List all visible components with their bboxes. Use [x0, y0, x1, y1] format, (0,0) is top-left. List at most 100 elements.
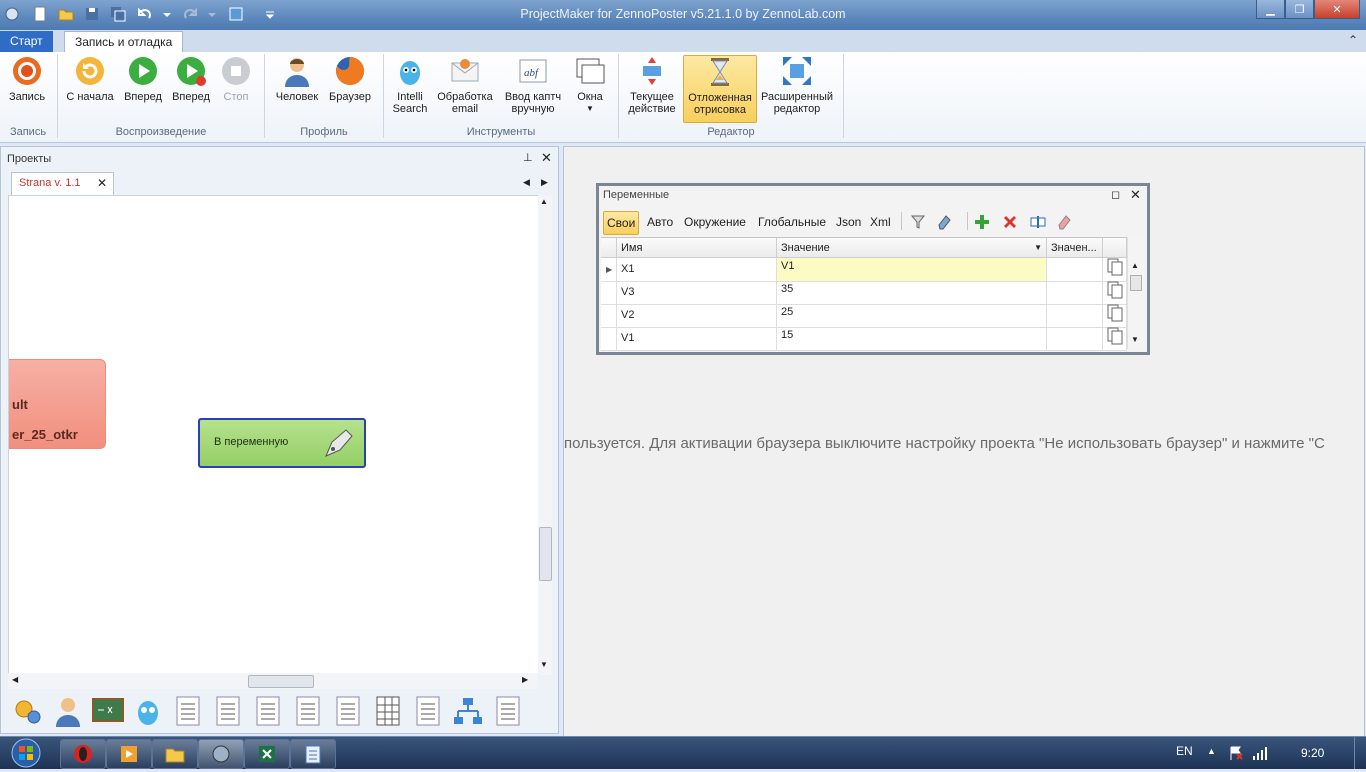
canvas-horizontal-scrollbar[interactable]: ◀ ▶	[8, 673, 538, 689]
person-icon[interactable]	[52, 695, 84, 727]
stop-button[interactable]: Стоп	[216, 55, 256, 103]
manual-captcha-button[interactable]: abf Ввод каптч вручную	[501, 55, 565, 115]
close-button[interactable]: ✕	[1314, 0, 1360, 19]
tab-environment[interactable]: Окружение	[681, 211, 749, 233]
current-action-button[interactable]: Текущее действие	[624, 55, 680, 115]
list-document-icon[interactable]	[212, 695, 244, 727]
minimize-button[interactable]: ▁	[1256, 0, 1285, 19]
variable-value[interactable]: 15	[777, 327, 1047, 350]
list-document-icon[interactable]	[172, 695, 204, 727]
table-document-icon[interactable]	[372, 695, 404, 727]
filter-icon[interactable]	[910, 214, 926, 233]
column-header-value[interactable]: Значение ▼	[777, 238, 1047, 258]
table-row[interactable]: V3 35	[601, 281, 1127, 305]
grid-vertical-scrollbar[interactable]: ▲ ▼	[1127, 237, 1144, 349]
tab-own-variables[interactable]: Свои	[603, 211, 640, 235]
column-header-name[interactable]: Имя	[617, 238, 777, 258]
email-processing-button[interactable]: Обработка email	[434, 55, 496, 115]
forward-button[interactable]: Вперед	[120, 55, 166, 103]
taskbar-excel[interactable]	[244, 739, 290, 769]
chalkboard-icon[interactable]	[92, 695, 124, 727]
table-row[interactable]: V2 25	[601, 304, 1127, 328]
maximize-button[interactable]: ❐	[1285, 0, 1314, 19]
variable-name[interactable]: V1	[617, 327, 777, 350]
list-document-icon[interactable]	[292, 695, 324, 727]
eraser-icon[interactable]	[936, 214, 952, 233]
record-button[interactable]: Запись	[5, 55, 49, 103]
variable-value[interactable]: V1	[777, 258, 1047, 281]
list-document-icon[interactable]	[252, 695, 284, 727]
close-tab-icon[interactable]: ✕	[97, 176, 107, 190]
tab-auto[interactable]: Авто	[644, 211, 676, 233]
restore-icon[interactable]: ◻	[1111, 188, 1120, 201]
variable-value[interactable]: 35	[777, 281, 1047, 304]
alien-mascot-icon[interactable]	[132, 695, 164, 727]
tab-record-debug[interactable]: Запись и отладка	[64, 31, 184, 53]
variable-value2[interactable]	[1047, 258, 1103, 281]
taskbar-notepad[interactable]	[290, 739, 336, 769]
copy-icon[interactable]	[1103, 281, 1127, 304]
copy-icon[interactable]	[1103, 258, 1127, 281]
tab-scroll-left-icon[interactable]: ◀	[523, 177, 530, 188]
gears-icon[interactable]	[12, 695, 44, 727]
close-panel-icon[interactable]: ✕	[541, 150, 552, 166]
collapse-ribbon-icon[interactable]: ⌃	[1348, 33, 1358, 47]
variable-name[interactable]: V2	[617, 304, 777, 327]
clock[interactable]: 9:20	[1301, 746, 1324, 760]
tab-xml[interactable]: Xml	[867, 211, 894, 233]
tab-project-document[interactable]: Strana v. 1.1 ✕	[11, 172, 114, 195]
show-desktop-button[interactable]	[1354, 737, 1366, 769]
scroll-right-icon[interactable]: ▶	[522, 675, 528, 684]
variable-value2[interactable]	[1047, 281, 1103, 304]
deferred-render-button[interactable]: Отложенная отрисовка	[683, 55, 757, 123]
from-start-button[interactable]: С начала	[64, 55, 116, 103]
hierarchy-icon[interactable]	[452, 695, 484, 727]
tab-scroll-right-icon[interactable]: ▶	[541, 177, 548, 188]
delete-variable-icon[interactable]	[1002, 214, 1018, 233]
advanced-editor-button[interactable]: Расширенный редактор	[759, 55, 835, 115]
taskbar-projectmaker[interactable]	[198, 739, 244, 769]
tab-start[interactable]: Старт	[0, 31, 53, 52]
project-node-partial[interactable]: ult er_25_otkr	[9, 359, 106, 449]
show-hidden-icons-icon[interactable]: ▲	[1207, 746, 1216, 756]
copy-icon[interactable]	[1103, 327, 1127, 350]
scroll-up-icon[interactable]: ▲	[540, 197, 548, 206]
add-variable-icon[interactable]	[974, 214, 990, 233]
taskbar-media-player[interactable]	[106, 739, 152, 769]
table-row[interactable]: ▶ X1 V1	[601, 258, 1127, 282]
scroll-down-icon[interactable]: ▼	[1131, 335, 1139, 344]
variable-name[interactable]: V3	[617, 281, 777, 304]
table-row[interactable]: V1 15	[601, 327, 1127, 351]
rename-variable-icon[interactable]	[1030, 214, 1046, 233]
grid-scroll-thumb[interactable]	[1130, 275, 1142, 291]
taskbar-explorer[interactable]	[152, 739, 198, 769]
variable-value2[interactable]	[1047, 304, 1103, 327]
scroll-up-icon[interactable]: ▲	[1131, 261, 1139, 270]
copy-icon[interactable]	[1103, 304, 1127, 327]
close-icon[interactable]: ✕	[1130, 187, 1141, 203]
vertical-scroll-thumb[interactable]	[539, 527, 552, 581]
pin-icon[interactable]: ⊥	[523, 151, 533, 164]
windows-button[interactable]: Окна ▼	[569, 55, 611, 115]
scroll-left-icon[interactable]: ◀	[12, 675, 18, 684]
column-header-value2[interactable]: Значен...	[1047, 238, 1103, 258]
list-document-icon[interactable]	[332, 695, 364, 727]
start-orb-icon[interactable]	[6, 737, 46, 769]
scroll-down-icon[interactable]: ▼	[540, 660, 548, 669]
variable-value2[interactable]	[1047, 327, 1103, 350]
project-canvas[interactable]: ult er_25_otkr В переменную	[8, 195, 540, 675]
tab-json[interactable]: Json	[833, 211, 864, 233]
horizontal-scroll-thumb[interactable]	[248, 675, 314, 688]
list-document-icon[interactable]	[412, 695, 444, 727]
human-button[interactable]: Человек	[272, 55, 322, 103]
language-indicator[interactable]: EN	[1176, 744, 1193, 758]
forward-step-button[interactable]: Вперед	[168, 55, 214, 103]
browser-button[interactable]: Браузер	[326, 55, 374, 103]
tab-global[interactable]: Глобальные	[755, 211, 829, 233]
list-document-icon[interactable]	[492, 695, 524, 727]
clear-values-icon[interactable]	[1056, 214, 1072, 233]
intelli-search-button[interactable]: Intelli Search	[390, 55, 430, 115]
variable-name[interactable]: X1	[617, 258, 777, 281]
flag-icon[interactable]	[1228, 745, 1244, 764]
variable-value[interactable]: 25	[777, 304, 1047, 327]
